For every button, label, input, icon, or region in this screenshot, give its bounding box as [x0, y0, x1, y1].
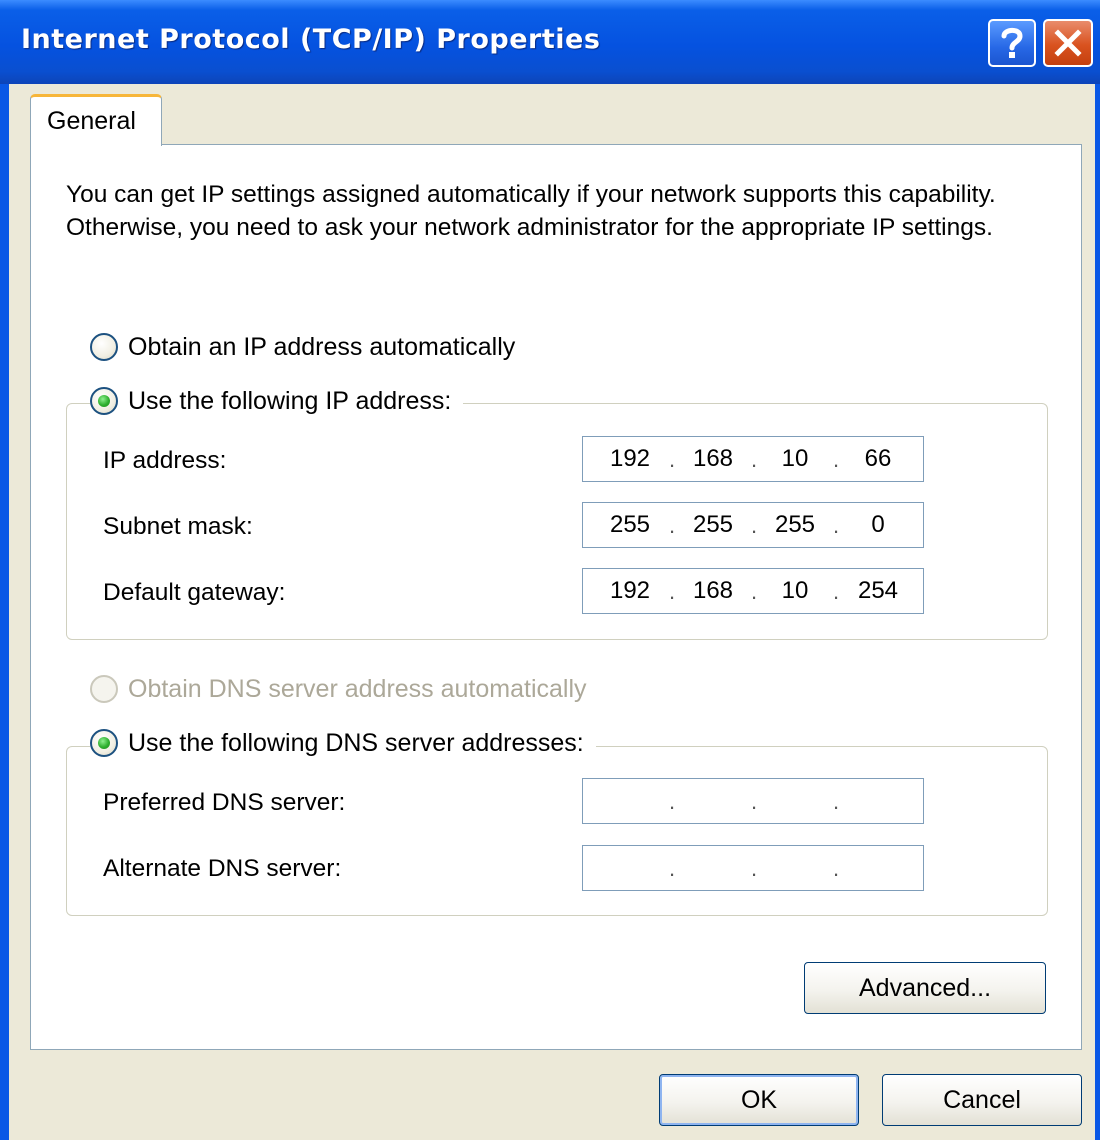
subnet-mask-label: Subnet mask:: [103, 513, 253, 540]
ip-address-field[interactable]: 192 . 168 . 10 . 66: [582, 436, 924, 482]
window-title: Internet Protocol (TCP/IP) Properties: [21, 24, 601, 55]
default-gateway-field[interactable]: 192 . 168 . 10 . 254: [582, 568, 924, 614]
subnet-octet-2[interactable]: 255: [678, 511, 748, 539]
radio-button-disabled: [90, 675, 118, 703]
octet-separator: .: [833, 856, 840, 881]
radio-use-following-ip-label: Use the following IP address:: [128, 386, 452, 415]
description-text: You can get IP settings assigned automat…: [66, 181, 996, 241]
close-button[interactable]: [1043, 19, 1093, 67]
advanced-button[interactable]: Advanced...: [804, 962, 1046, 1014]
preferred-dns-label: Preferred DNS server:: [103, 789, 346, 816]
cancel-button[interactable]: Cancel: [882, 1074, 1082, 1126]
octet-separator: .: [833, 447, 840, 472]
radio-button-unchecked[interactable]: [90, 333, 118, 361]
gateway-octet-4[interactable]: 254: [843, 577, 913, 605]
alternate-dns-label: Alternate DNS server:: [103, 855, 342, 882]
alternate-dns-field[interactable]: . . .: [582, 845, 924, 891]
ip-octet-2[interactable]: 168: [678, 445, 748, 473]
radio-use-following-dns-label: Use the following DNS server addresses:: [128, 728, 584, 757]
subnet-octet-1[interactable]: 255: [595, 511, 665, 539]
radio-obtain-ip-auto-label: Obtain an IP address automatically: [128, 332, 516, 361]
octet-separator: .: [669, 856, 676, 881]
preferred-dns-field[interactable]: . . .: [582, 778, 924, 824]
octet-separator: .: [751, 856, 758, 881]
octet-separator: .: [751, 447, 758, 472]
octet-separator: .: [669, 789, 676, 814]
tab-general[interactable]: General: [30, 94, 162, 146]
radio-button-checked[interactable]: [90, 729, 118, 757]
radio-use-following-dns[interactable]: Use the following DNS server addresses:: [90, 726, 596, 760]
octet-separator: .: [833, 513, 840, 538]
radio-button-checked[interactable]: [90, 387, 118, 415]
gateway-octet-2[interactable]: 168: [678, 577, 748, 605]
octet-separator: .: [669, 513, 676, 538]
gateway-octet-3[interactable]: 10: [760, 577, 830, 605]
octet-separator: .: [669, 447, 676, 472]
radio-use-following-ip[interactable]: Use the following IP address:: [90, 384, 464, 418]
octet-separator: .: [751, 513, 758, 538]
radio-obtain-dns-auto-label: Obtain DNS server address automatically: [128, 674, 587, 703]
octet-separator: .: [751, 579, 758, 604]
ok-button[interactable]: OK: [659, 1074, 859, 1126]
subnet-octet-3[interactable]: 255: [760, 511, 830, 539]
subnet-mask-field[interactable]: 255 . 255 . 255 . 0: [582, 502, 924, 548]
close-x-icon: [1054, 29, 1082, 57]
ip-octet-1[interactable]: 192: [595, 445, 665, 473]
ip-octet-4[interactable]: 66: [843, 445, 913, 473]
help-button[interactable]: [988, 19, 1036, 67]
subnet-octet-4[interactable]: 0: [843, 511, 913, 539]
ip-octet-3[interactable]: 10: [760, 445, 830, 473]
radio-obtain-ip-auto[interactable]: Obtain an IP address automatically: [90, 330, 528, 364]
octet-separator: .: [833, 789, 840, 814]
ip-address-label: IP address:: [103, 447, 227, 474]
tab-general-label: General: [47, 107, 136, 135]
octet-separator: .: [751, 789, 758, 814]
octet-separator: .: [833, 579, 840, 604]
default-gateway-label: Default gateway:: [103, 579, 286, 606]
question-mark-icon: [1001, 27, 1023, 58]
title-bar[interactable]: Internet Protocol (TCP/IP) Properties: [0, 0, 1100, 84]
radio-obtain-dns-auto: Obtain DNS server address automatically: [90, 672, 599, 706]
octet-separator: .: [669, 579, 676, 604]
gateway-octet-1[interactable]: 192: [595, 577, 665, 605]
